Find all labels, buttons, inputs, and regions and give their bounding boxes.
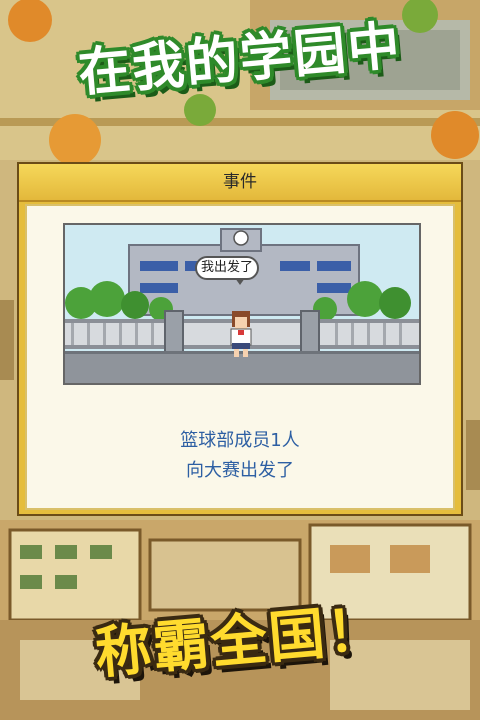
event-dialog: 事件 我出发了 篮球部成员1人 向大赛出发了 <box>17 162 463 516</box>
top-banner: 在我的学园中 <box>0 16 480 104</box>
dialog-title: 事件 <box>19 164 461 202</box>
bottom-banner: 称霸全国！ <box>0 596 480 686</box>
speech-bubble-tail <box>235 278 245 285</box>
bottom-banner-text: 称霸全国！ <box>92 596 388 687</box>
event-message-line2: 向大赛出发了 <box>186 460 294 481</box>
speech-bubble: 我出发了 <box>195 256 259 280</box>
event-scene: 我出发了 <box>63 223 421 385</box>
event-message-line1: 篮球部成员1人 <box>180 430 300 451</box>
dialog-body: 我出发了 篮球部成员1人 向大赛出发了 <box>25 204 455 510</box>
school-scene-art <box>65 225 419 383</box>
